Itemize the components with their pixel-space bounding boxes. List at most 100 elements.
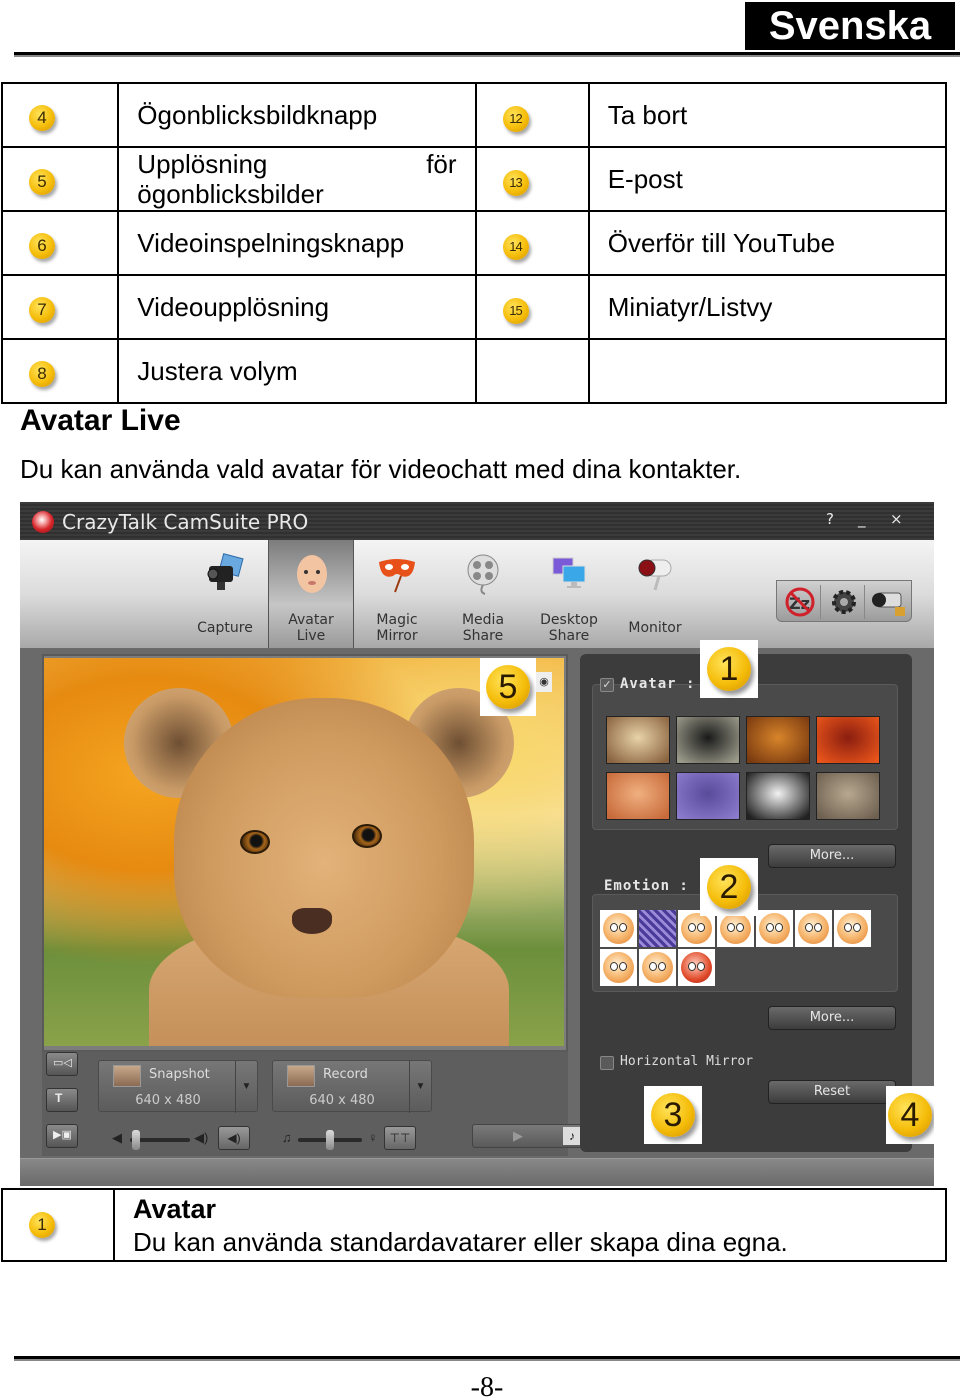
callout-4: 4	[886, 1086, 934, 1144]
camera-switch-button[interactable]: ▭◁	[46, 1052, 78, 1076]
no-sleep-icon: Zz	[785, 587, 815, 617]
mic-slider[interactable]	[298, 1130, 362, 1150]
legend-row: 5 Upplösning för ögonblicksbilder 13 E-po…	[0, 146, 948, 212]
avatar-select-button[interactable]: ▶▣	[46, 1124, 78, 1148]
camera-icon	[207, 553, 244, 590]
webcam-lock-icon	[872, 592, 905, 616]
video-preview[interactable]	[44, 658, 564, 1046]
reset-button[interactable]: Reset	[768, 1080, 896, 1104]
lion-eye	[352, 824, 382, 848]
speaker-low-icon: ◀	[112, 1130, 122, 1145]
eye-toggle-icon[interactable]: ◉	[536, 672, 552, 692]
tool-capture[interactable]: Capture	[182, 540, 268, 648]
legend-label: Justera volym	[117, 338, 477, 404]
avatar-thumbnail-skull-figure[interactable]	[676, 716, 740, 764]
number-badge-icon: 13	[502, 169, 529, 196]
legend-label: Ta bort	[587, 82, 948, 148]
avatar-thumbnail-purple-pattern[interactable]	[676, 772, 740, 820]
lion-head	[174, 698, 474, 998]
section-title: Avatar Live	[20, 404, 181, 437]
legend-label: Överför till YouTube	[587, 210, 948, 276]
emotion-angry-wink[interactable]	[600, 910, 637, 947]
snapshot-resolution: 640 x 480	[135, 1093, 201, 1108]
emotion-sick[interactable]	[834, 910, 871, 947]
emotion-more-button[interactable]: More...	[768, 1006, 896, 1030]
mute-button[interactable]: ◀)	[218, 1126, 250, 1150]
description-row: 1 Avatar Du kan använda standardavatarer…	[1, 1188, 947, 1262]
text-tool-icon: T	[55, 1091, 63, 1105]
avatar-grid-icon: ▶▣	[53, 1129, 72, 1141]
text-effect-button[interactable]: T	[46, 1088, 78, 1112]
audio-mixer-button[interactable]: ⊤⊤	[384, 1126, 416, 1150]
number-badge-icon: 1	[29, 1212, 55, 1238]
record-button[interactable]: Record 640 x 480 ▼	[272, 1060, 432, 1113]
mic-slider-handle[interactable]	[326, 1130, 334, 1150]
emoticon-icon	[681, 952, 712, 983]
microphone-icon: ♀	[368, 1130, 378, 1145]
volume-slider-handle[interactable]	[132, 1130, 140, 1150]
settings-button[interactable]	[823, 585, 865, 619]
avatar-thumbnail-doll-girl[interactable]	[606, 772, 670, 820]
emotion-singing[interactable]	[756, 910, 793, 947]
number-badge-icon: 5	[29, 169, 55, 195]
help-button[interactable]: ?	[826, 510, 834, 528]
empty-cell	[474, 338, 590, 404]
camera-icon: ▭◁	[53, 1057, 72, 1069]
avatar-thumbnail-ventriloquist-dummy[interactable]	[606, 716, 670, 764]
horizontal-mirror-checkbox[interactable]	[600, 1056, 614, 1070]
tool-media-share[interactable]: Media Share	[440, 540, 526, 648]
minimize-button[interactable]: _	[858, 510, 866, 528]
avatar-thumbnail-old-man[interactable]	[746, 716, 810, 764]
volume-slider[interactable]	[130, 1130, 190, 1150]
record-resolution-dropdown[interactable]: ▼	[409, 1061, 431, 1113]
avatar-thumbnail-panda[interactable]	[746, 772, 810, 820]
emotion-selected[interactable]	[639, 910, 676, 947]
webcam-lock-button[interactable]	[867, 585, 909, 619]
emotion-surprised[interactable]	[795, 910, 832, 947]
legend-label: Ögonblicksbildknapp	[117, 82, 477, 148]
avatar-enable-checkbox[interactable]: ✓	[600, 678, 614, 692]
emoticon-icon	[759, 913, 790, 944]
title-bar: CrazyTalk CamSuite PRO ? _ ×	[20, 502, 934, 540]
media-play-bar[interactable]: ▶ ♪	[472, 1124, 586, 1148]
close-button[interactable]: ×	[890, 510, 903, 528]
emoticon-icon	[603, 913, 634, 944]
avatar-thumbnail-king-statue[interactable]	[816, 772, 880, 820]
mixer-icon: ⊤⊤	[389, 1131, 411, 1145]
tool-desktop-share[interactable]: Desktop Share	[526, 540, 612, 648]
description-title: Avatar	[133, 1194, 217, 1224]
header-rule	[14, 52, 960, 57]
avatar-more-button[interactable]: More...	[768, 844, 896, 868]
snapshot-resolution-dropdown[interactable]: ▼	[235, 1061, 257, 1113]
emoticon-icon	[798, 913, 829, 944]
legend-label: Videoinspelningsknapp	[117, 210, 477, 276]
play-icon: ▶	[513, 1128, 523, 1143]
description-body: Du kan använda standardavatarer eller sk…	[133, 1227, 788, 1257]
legend-label: Miniatyr/Listvy	[587, 274, 948, 340]
main-toolbar: Capture Avatar Live Magic Mirror Media S…	[20, 540, 934, 648]
number-badge-icon: 14	[502, 233, 529, 260]
snapshot-thumbnail	[113, 1065, 141, 1087]
number-badge-icon: 8	[29, 361, 55, 387]
legend-label: E-post	[587, 146, 948, 212]
callout-3: 3	[644, 1086, 702, 1144]
emotion-laughing[interactable]	[639, 949, 676, 986]
record-resolution: 640 x 480	[309, 1093, 375, 1108]
legend-row: 4 Ögonblicksbildknapp 12 Ta bort	[0, 82, 948, 148]
lion-nose	[292, 908, 332, 934]
callout-1: 1	[700, 640, 758, 698]
snapshot-button[interactable]: Snapshot 640 x 480 ▼	[98, 1060, 258, 1113]
music-note-icon: ♫	[282, 1130, 292, 1145]
music-note-icon[interactable]: ♪	[563, 1127, 581, 1145]
footer-rule	[14, 1356, 960, 1361]
emotion-furious[interactable]	[678, 949, 715, 986]
tool-monitor[interactable]: Monitor	[612, 540, 698, 648]
quick-actions: Zz	[776, 580, 912, 622]
avatar-thumbnail-red-demon[interactable]	[816, 716, 880, 764]
tool-avatar-live[interactable]: Avatar Live	[268, 540, 354, 648]
emotion-happy[interactable]	[600, 949, 637, 986]
tool-magic-mirror[interactable]: Magic Mirror	[354, 540, 440, 648]
number-badge-icon: 4	[29, 105, 55, 131]
no-sleep-button[interactable]: Zz	[779, 585, 821, 619]
legend-row: 8 Justera volym	[0, 338, 948, 404]
